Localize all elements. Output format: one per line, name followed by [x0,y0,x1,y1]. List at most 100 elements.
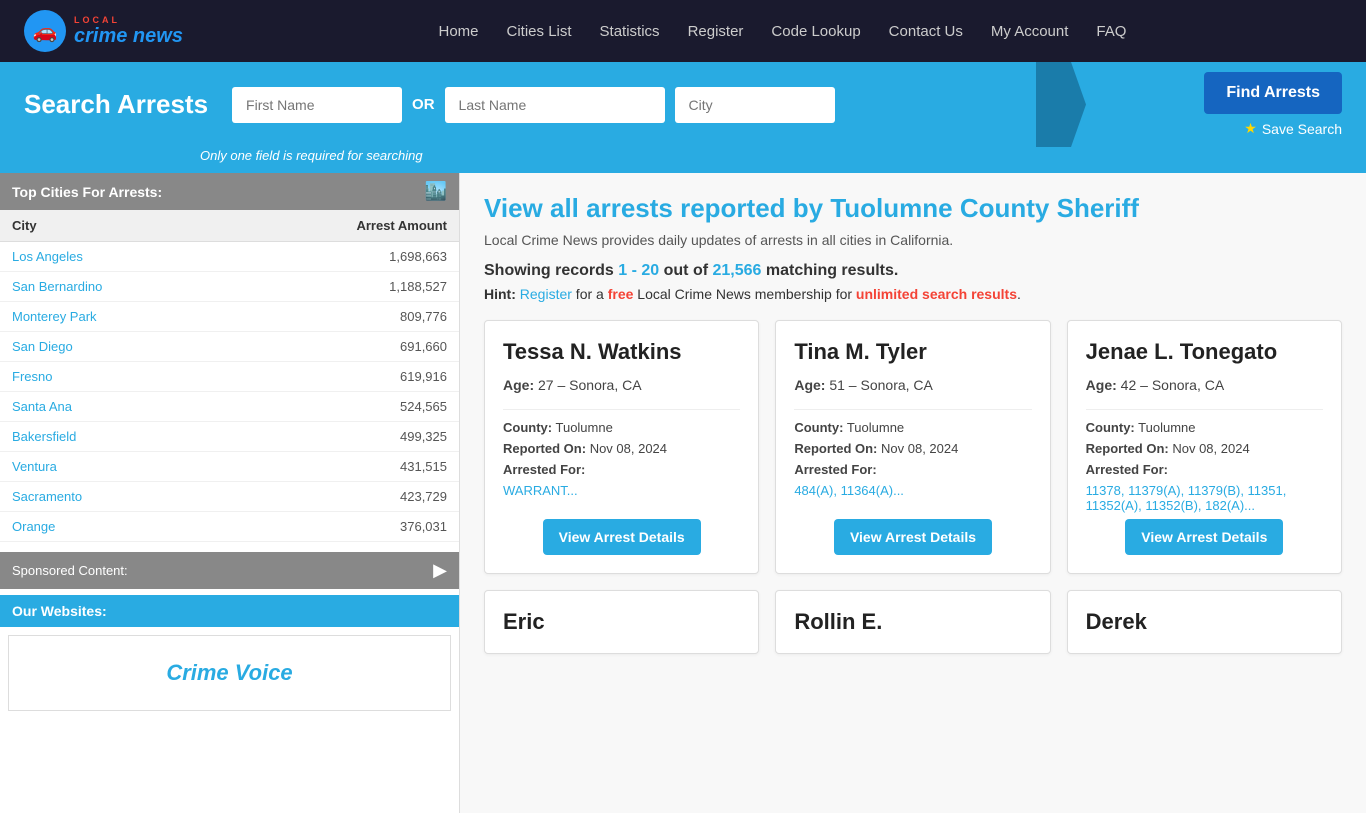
hint-line: Hint: Register for a free Local Crime Ne… [484,286,1342,302]
find-arrests-button[interactable]: Find Arrests [1204,72,1342,114]
table-row: Ventura 431,515 [0,452,459,482]
results-summary: Showing records 1 - 20 out of 21,566 mat… [484,262,1342,280]
search-bar: Search Arrests OR Find Arrests ★ Save Se… [0,62,1366,147]
card-0-btn[interactable]: View Arrest Details [543,519,701,555]
logo[interactable]: 🚗 LOCAL crime news [24,10,183,52]
nav-home[interactable]: Home [439,23,479,40]
card-1-county: County: Tuolumne [794,420,1031,435]
top-cities-header: Top Cities For Arrests: 🏙️ [0,173,459,210]
card-1-arrested: Arrested For: [794,462,1031,477]
arrest-col-header: Arrest Amount [229,210,459,242]
city-link[interactable]: Bakersfield [12,429,76,444]
nav-faq[interactable]: FAQ [1096,23,1126,40]
sidebar: Top Cities For Arrests: 🏙️ City Arrest A… [0,173,460,813]
table-row: Santa Ana 524,565 [0,392,459,422]
city-link[interactable]: Fresno [12,369,52,384]
nav-links: Home Cities List Statistics Register Cod… [223,23,1342,40]
arrest-card-partial-1: Rollin E. [775,590,1050,654]
card-1-age: Age: 51 – Sonora, CA [794,377,1031,393]
card-0-arrested: Arrested For: [503,462,740,477]
nav-cities-list[interactable]: Cities List [507,23,572,40]
card-0-charges[interactable]: WARRANT... [503,483,740,498]
city-link[interactable]: Ventura [12,459,57,474]
card-2-arrested: Arrested For: [1086,462,1323,477]
top-cities-label: Top Cities For Arrests: [12,184,162,200]
card-2-charges[interactable]: 11378, 11379(A), 11379(B), 11351, 11352(… [1086,483,1323,513]
nav-contact-us[interactable]: Contact Us [889,23,963,40]
city-table: City Arrest Amount Los Angeles 1,698,663… [0,210,459,542]
table-row: Orange 376,031 [0,512,459,542]
arrest-card-0: Tessa N. Watkins Age: 27 – Sonora, CA Co… [484,320,759,574]
city-link[interactable]: Los Angeles [12,249,83,264]
city-col-header: City [0,210,229,242]
table-row: Fresno 619,916 [0,362,459,392]
arrow-divider [1036,62,1086,147]
table-row: Bakersfield 499,325 [0,422,459,452]
our-websites-header: Our Websites: [0,595,459,627]
city-link[interactable]: Orange [12,519,55,534]
last-name-input[interactable] [445,87,665,123]
city-icon: 🏙️ [425,181,447,202]
subtitle: Local Crime News provides daily updates … [484,232,1342,248]
nav-code-lookup[interactable]: Code Lookup [771,23,860,40]
cards-row-2: Eric Rollin E. Derek [484,590,1342,654]
table-row: Sacramento 423,729 [0,482,459,512]
save-search-label: Save Search [1262,121,1342,137]
star-icon: ★ [1244,120,1257,137]
sponsored-label: Sponsored Content: [12,563,128,578]
card-1-charges[interactable]: 484(A), 11364(A)... [794,483,1031,498]
card-2-county: County: Tuolumne [1086,420,1323,435]
table-row: Los Angeles 1,698,663 [0,242,459,272]
card-1-name: Tina M. Tyler [794,339,1031,365]
card-0-county: County: Tuolumne [503,420,740,435]
arrest-card-1: Tina M. Tyler Age: 51 – Sonora, CA Count… [775,320,1050,574]
search-title: Search Arrests [24,89,208,120]
results-range: 1 - 20 [618,262,659,279]
search-hint: Only one field is required for searching [0,147,1366,173]
city-link[interactable]: San Diego [12,339,73,354]
card-1-reported: Reported On: Nov 08, 2024 [794,441,1031,456]
city-link[interactable]: San Bernardino [12,279,102,294]
partial-0-name: Eric [503,609,740,635]
nav-statistics[interactable]: Statistics [600,23,660,40]
city-link[interactable]: Sacramento [12,489,82,504]
city-link[interactable]: Santa Ana [12,399,72,414]
card-0-age: Age: 27 – Sonora, CA [503,377,740,393]
arrest-card-partial-0: Eric [484,590,759,654]
card-2-btn[interactable]: View Arrest Details [1125,519,1283,555]
city-input[interactable] [675,87,835,123]
card-0-name: Tessa N. Watkins [503,339,740,365]
table-row: Monterey Park 809,776 [0,302,459,332]
crime-voice-name: Crime Voice [166,660,292,685]
results-count: 21,566 [712,262,761,279]
logo-brand-text: crime news [74,25,183,47]
partial-1-name: Rollin E. [794,609,1031,635]
arrest-card-2: Jenae L. Tonegato Age: 42 – Sonora, CA C… [1067,320,1342,574]
page-title: View all arrests reported by Tuolumne Co… [484,193,1342,224]
our-websites-label: Our Websites: [12,603,107,619]
first-name-input[interactable] [232,87,402,123]
or-label: OR [412,96,435,113]
search-actions: Find Arrests ★ Save Search [1204,72,1342,137]
city-link[interactable]: Monterey Park [12,309,97,324]
main-content: View all arrests reported by Tuolumne Co… [460,173,1366,813]
card-0-reported: Reported On: Nov 08, 2024 [503,441,740,456]
top-navigation: 🚗 LOCAL crime news Home Cities List Stat… [0,0,1366,62]
card-2-age: Age: 42 – Sonora, CA [1086,377,1323,393]
nav-register[interactable]: Register [688,23,744,40]
card-1-btn[interactable]: View Arrest Details [834,519,992,555]
card-2-reported: Reported On: Nov 08, 2024 [1086,441,1323,456]
play-icon[interactable]: ▶ [433,560,447,581]
partial-2-name: Derek [1086,609,1323,635]
main-layout: Top Cities For Arrests: 🏙️ City Arrest A… [0,173,1366,813]
crime-voice-box[interactable]: Crime Voice [8,635,451,711]
register-link[interactable]: Register [520,286,572,302]
save-search-link[interactable]: ★ Save Search [1244,120,1342,137]
sponsored-section: Sponsored Content: ▶ [0,552,459,589]
card-2-name: Jenae L. Tonegato [1086,339,1323,365]
logo-local-text: LOCAL [74,15,183,25]
arrest-card-partial-2: Derek [1067,590,1342,654]
nav-my-account[interactable]: My Account [991,23,1069,40]
table-row: San Bernardino 1,188,527 [0,272,459,302]
cards-row-1: Tessa N. Watkins Age: 27 – Sonora, CA Co… [484,320,1342,574]
